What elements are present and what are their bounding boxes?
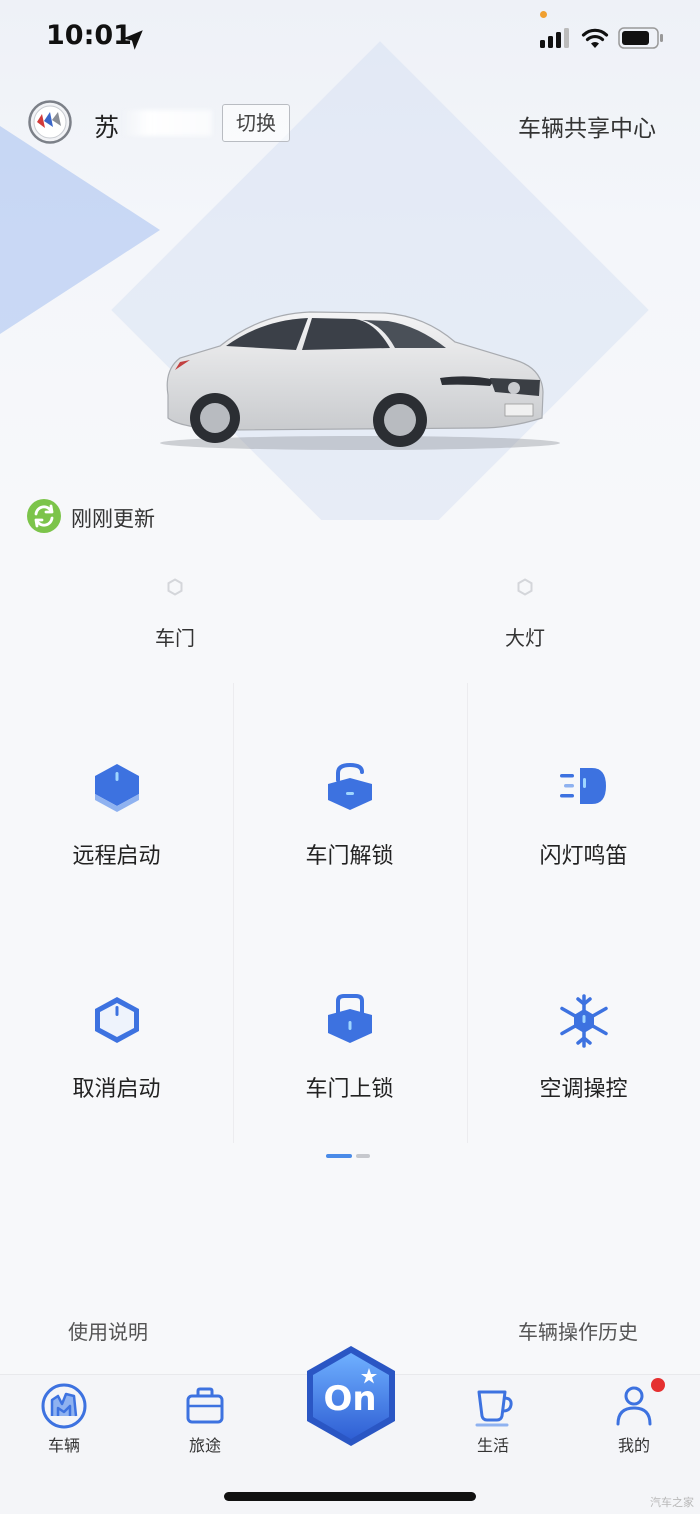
remote-start-label: 远程启动 <box>72 844 161 869</box>
privacy-indicator-dot <box>540 11 547 18</box>
ac-snowflake-icon <box>559 994 608 1048</box>
tab-journey[interactable]: 旅途 <box>160 1382 250 1456</box>
door-unlock-button[interactable]: 车门解锁 <box>233 760 466 930</box>
door-status-label: 车门 <box>155 626 195 650</box>
tab-vehicle[interactable]: 车辆 <box>19 1382 109 1456</box>
buick-logo-icon[interactable] <box>28 100 72 144</box>
person-icon <box>616 1386 652 1426</box>
location-arrow-icon <box>123 30 143 50</box>
tab-vehicle-label: 车辆 <box>47 1436 80 1455</box>
plate-blur-mask <box>122 110 212 136</box>
home-indicator[interactable] <box>224 1492 476 1501</box>
svg-text:On: On <box>323 1379 376 1419</box>
status-bar: 10:01 <box>0 0 700 76</box>
headlight-horn-icon <box>559 768 606 804</box>
remote-start-icon <box>94 764 139 812</box>
headlight-status-icon <box>517 578 533 596</box>
cup-icon <box>475 1390 513 1427</box>
tab-mine[interactable]: 我的 <box>589 1382 679 1456</box>
door-lock-button[interactable]: 车门上锁 <box>233 993 466 1163</box>
license-plate: 苏 <box>94 113 120 142</box>
car-image <box>160 311 560 450</box>
vehicle-share-center-link[interactable]: 车辆共享中心 <box>518 109 656 143</box>
flash-honk-label: 闪灯鸣笛 <box>539 844 628 869</box>
tab-life[interactable]: 生活 <box>448 1382 538 1456</box>
vehicle-icon <box>41 1383 87 1429</box>
ac-control-label: 空调操控 <box>539 1077 628 1102</box>
door-status-icon <box>167 578 183 596</box>
cancel-start-icon <box>94 997 139 1043</box>
flash-honk-button[interactable]: 闪灯鸣笛 <box>467 760 700 930</box>
update-status-text: 刚刚更新 <box>71 507 155 531</box>
operation-history-link[interactable]: 车辆操作历史 <box>518 1316 638 1345</box>
tab-life-label: 生活 <box>476 1436 509 1455</box>
cancel-start-button[interactable]: 取消启动 <box>0 993 233 1163</box>
switch-vehicle-button[interactable]: 切换 <box>222 104 290 142</box>
headlight-status-label: 大灯 <box>505 626 545 650</box>
lock-icon <box>327 994 372 1043</box>
page-indicator-inactive <box>356 1154 370 1158</box>
door-unlock-label: 车门解锁 <box>305 844 394 869</box>
unlock-icon <box>327 762 372 810</box>
suitcase-icon <box>186 1387 224 1424</box>
cellular-signal-icon <box>540 28 569 48</box>
tab-journey-label: 旅途 <box>188 1436 221 1455</box>
onstar-icon[interactable]: On <box>303 1344 399 1448</box>
remote-start-button[interactable]: 远程启动 <box>0 760 233 930</box>
door-lock-label: 车门上锁 <box>305 1077 394 1102</box>
notification-badge <box>651 1378 665 1392</box>
page-indicator-active <box>326 1154 352 1158</box>
battery-icon <box>618 27 663 49</box>
tab-mine-label: 我的 <box>617 1436 650 1455</box>
watermark: 汽车之家 <box>650 1496 694 1509</box>
wifi-icon <box>581 28 609 48</box>
cancel-start-label: 取消启动 <box>72 1077 161 1102</box>
ac-control-button[interactable]: 空调操控 <box>467 993 700 1163</box>
user-guide-link[interactable]: 使用说明 <box>68 1316 148 1345</box>
refresh-icon[interactable] <box>26 498 62 534</box>
